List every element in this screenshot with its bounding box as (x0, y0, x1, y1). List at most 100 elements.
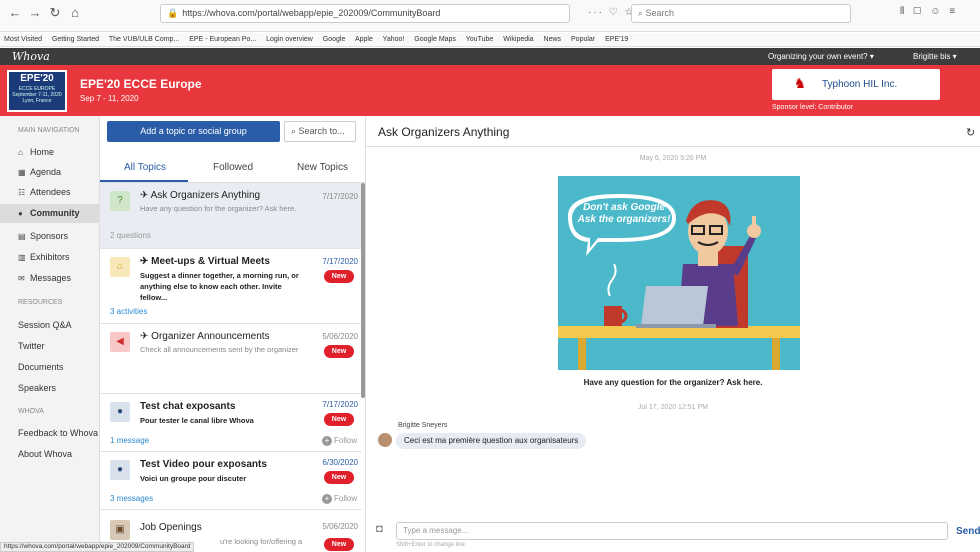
bookmark-item[interactable]: Most Visited (4, 36, 42, 43)
follow-button[interactable]: + Follow (322, 436, 357, 446)
briefcase-icon: ▣ (110, 520, 130, 540)
bookmark-item[interactable]: Login overview (266, 36, 313, 43)
nav-item-speakers[interactable]: Speakers (0, 379, 100, 398)
whova-topbar: Whova Organizing your own event? ▾ Brigi… (0, 48, 980, 65)
bookmark-item[interactable]: The VUB/ULB Comp... (109, 36, 179, 43)
topic-scrollbar[interactable] (361, 183, 365, 398)
nav-item-feedback[interactable]: Feedback to Whova (0, 424, 100, 443)
tab-new-topics[interactable]: New Topics (297, 162, 348, 173)
lock-icon: 🔒 (167, 8, 179, 18)
sponsor-level: Sponsor level: Contributor (772, 104, 853, 111)
left-navigation: MAIN NAVIGATION ⌂ Home ▦ Agenda ☷ Attendees… (0, 116, 100, 552)
topic-title: Test Video pour exposants (140, 459, 267, 470)
nav-item-twitter[interactable]: Twitter (0, 337, 100, 356)
browser-search-input[interactable]: ⌕ Search (631, 4, 851, 23)
nav-item-session-qa[interactable]: Session Q&A (0, 316, 100, 335)
bookmark-item[interactable]: Popular (571, 36, 595, 43)
topic-item[interactable]: ● Test Video pour exposants Voici un gro… (100, 452, 362, 510)
camera-icon[interactable]: ◘ (376, 523, 383, 535)
organizing-dropdown[interactable]: Organizing your own event? ▾ (768, 52, 874, 61)
nav-item-agenda[interactable]: ▦ Agenda (0, 163, 100, 182)
topic-title: Job Openings (140, 522, 202, 533)
organizer-illustration: Don't ask Google Ask the organizers! (558, 176, 800, 370)
new-badge: New (324, 471, 354, 484)
bookmark-item[interactable]: Yahoo! (383, 36, 405, 43)
pin-icon: ✈ (140, 331, 152, 342)
topic-date: 7/17/2020 (322, 400, 358, 409)
bubble-line2: Ask the organizers! (577, 214, 671, 225)
topic-meta: 3 activities (110, 307, 148, 316)
coffee-mug (604, 306, 622, 326)
topic-item[interactable]: ● Test chat exposants Pour tester le can… (100, 394, 362, 452)
nav-item-about[interactable]: About Whova (0, 445, 100, 464)
message-timestamp: Jul 17, 2020 12:51 PM (637, 404, 709, 411)
topic-search-input[interactable]: ⌕ Search to... (284, 121, 356, 142)
reload-icon[interactable]: ↻ (46, 4, 64, 22)
topic-desc: Check all announcements sent by the orga… (140, 345, 299, 354)
tab-all-topics[interactable]: All Topics (124, 162, 166, 173)
nav-header-resources: RESOURCES (18, 299, 63, 306)
calendar-icon: ▦ (18, 168, 26, 177)
bookmark-item[interactable]: YouTube (466, 36, 494, 43)
bookmark-item[interactable]: Google Maps (414, 36, 456, 43)
add-topic-button[interactable]: Add a topic or social group (107, 121, 280, 142)
follow-button[interactable]: + Follow (322, 494, 357, 504)
message-input[interactable]: Type a message... (396, 522, 948, 540)
page-actions[interactable]: ··· ♡ ☆ (588, 7, 635, 18)
tab-followed[interactable]: Followed (213, 162, 253, 173)
sponsor-name: Typhoon HIL Inc. (822, 79, 898, 90)
nav-item-community[interactable]: ● Community (0, 204, 100, 223)
event-logo-line1: EPE'20 (20, 73, 54, 84)
sponsor-logo-icon: ♞ (793, 75, 807, 91)
topic-search-placeholder: Search to... (298, 126, 345, 136)
input-hint: Shift+Enter to change line (396, 542, 465, 548)
send-button[interactable]: Send (956, 526, 980, 537)
building-icon: ▥ (18, 253, 26, 262)
plus-icon: + (322, 436, 332, 446)
bookmark-item[interactable]: Apple (355, 36, 373, 43)
topic-item[interactable]: ? ✈ Ask Organizers Anything Have any que… (100, 183, 362, 249)
nav-item-attendees[interactable]: ☷ Attendees (0, 183, 100, 202)
bookmark-item[interactable]: Wikipedia (503, 36, 533, 43)
nav-item-sponsors[interactable]: ▤ Sponsors (0, 227, 100, 246)
nav-item-messages[interactable]: ✉ Messages (0, 269, 100, 288)
bookmark-item[interactable]: Google (323, 36, 346, 43)
nav-header-whova: WHOVA (18, 408, 44, 415)
laptop (641, 286, 708, 326)
sponsor-card[interactable]: ♞ Typhoon HIL Inc. (772, 69, 940, 100)
event-banner: EPE'20 ECCE EUROPE September 7-11, 2020 … (0, 65, 980, 116)
home-icon[interactable]: ⌂ (66, 4, 84, 22)
topic-list-pane: Add a topic or social group ⌕ Search to.… (100, 116, 366, 552)
forward-icon[interactable]: → (26, 4, 44, 22)
back-icon[interactable]: ← (6, 4, 24, 22)
topic-desc: u're looking for/offering a (220, 537, 303, 546)
nav-item-exhibitors[interactable]: ▥ Exhibitors (0, 248, 100, 267)
browser-toolbar: ← → ↻ ⌂ 🔒 https://whova.com/portal/webapp… (0, 0, 980, 32)
bubble-line1: Don't ask Google (583, 202, 665, 213)
bookmark-item[interactable]: EPE'19 (605, 36, 628, 43)
topic-desc: Voici un groupe pour discuter (140, 474, 247, 483)
refresh-icon[interactable]: ↻ (966, 126, 975, 139)
whova-logo[interactable]: Whova (12, 50, 50, 63)
nav-item-home[interactable]: ⌂ Home (0, 143, 100, 162)
nav-label: Home (30, 147, 55, 157)
url-bar[interactable]: 🔒 https://whova.com/portal/webapp/epie_20… (160, 4, 570, 23)
event-logo: EPE'20 ECCE EUROPE September 7-11, 2020 … (7, 70, 67, 112)
nav-label: Attendees (30, 187, 71, 197)
user-menu[interactable]: Brigitte bis ▾ (913, 52, 957, 61)
topic-item[interactable]: ◀ ✈ Organizer Announcements Check all an… (100, 324, 362, 394)
pointing-finger (752, 216, 756, 228)
nav-item-documents[interactable]: Documents (0, 358, 100, 377)
bookmark-item[interactable]: EPE - European Po... (189, 36, 256, 43)
topic-title: Test chat exposants (140, 401, 236, 412)
toolbar-icons[interactable]: ⫴▢☺≡ (900, 6, 964, 17)
topic-item[interactable]: ⌂ ✈ Meet-ups & Virtual Meets Suggest a d… (100, 249, 362, 324)
topic-desc: Pour tester le canal libre Whova (140, 416, 254, 425)
browser-search-placeholder: Search (645, 8, 675, 18)
bookmark-item[interactable]: Getting Started (52, 36, 99, 43)
nav-label: Agenda (30, 167, 62, 177)
topic-desc: Have any question for the organizer? Ask… (140, 204, 297, 213)
avatar[interactable] (378, 433, 392, 447)
topic-meta: 3 messages (110, 494, 154, 503)
bookmark-item[interactable]: News (544, 36, 562, 43)
